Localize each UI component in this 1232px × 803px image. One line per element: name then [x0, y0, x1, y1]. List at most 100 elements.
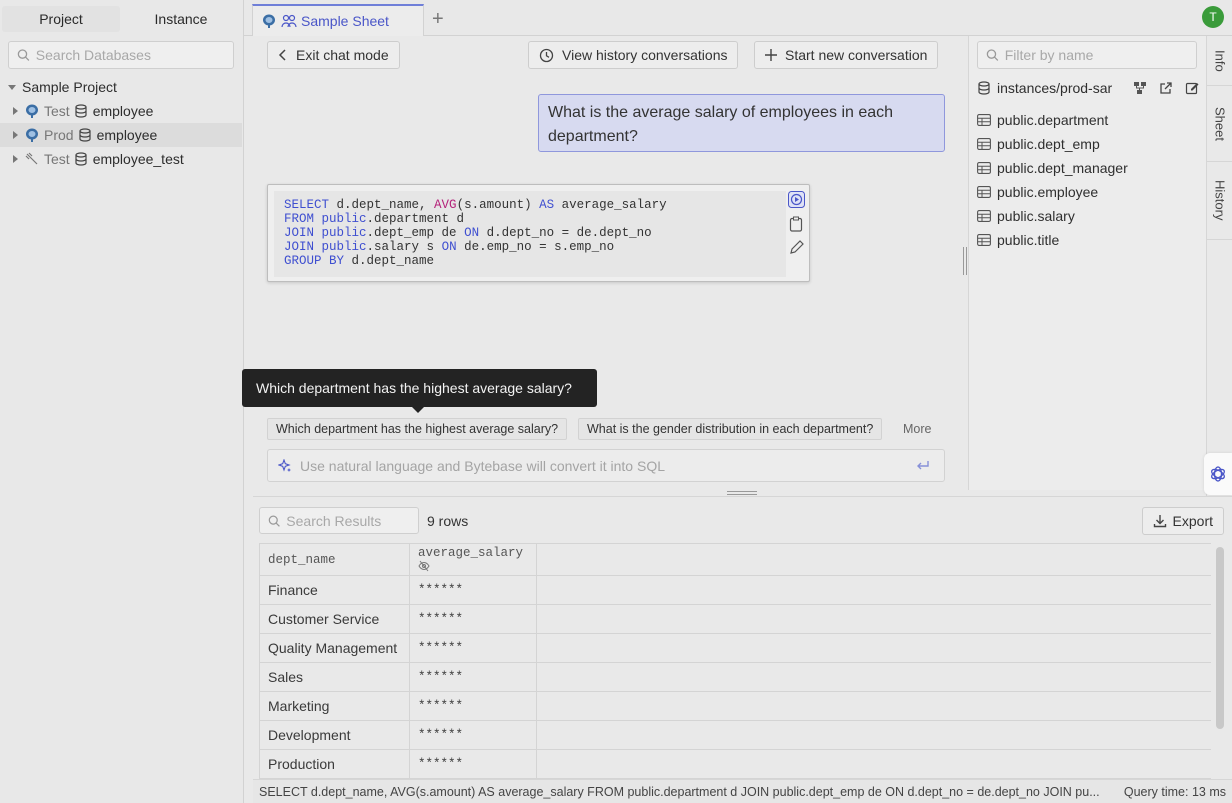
- clipboard-icon[interactable]: [789, 216, 803, 232]
- salary-cell[interactable]: ******: [409, 604, 537, 634]
- salary-cell[interactable]: ******: [409, 662, 537, 692]
- exit-chat-mode-button[interactable]: Exit chat mode: [267, 41, 400, 69]
- scrollbar[interactable]: [1216, 547, 1224, 729]
- empty-cell: [536, 662, 1211, 692]
- suggestion-tooltip: Which department has the highest average…: [242, 369, 597, 413]
- avatar[interactable]: T: [1202, 6, 1224, 28]
- env-label: Test: [44, 151, 70, 167]
- suggestion-chip[interactable]: Which department has the highest average…: [267, 418, 568, 440]
- sql-token: public: [321, 226, 367, 240]
- tab-sample-sheet[interactable]: Sample Sheet: [252, 4, 424, 36]
- results-search-input[interactable]: [286, 512, 418, 529]
- instance-path: instances/prod-sar: [997, 80, 1113, 96]
- query-time: Query time: 13 ms: [1123, 784, 1226, 799]
- schema-table-item[interactable]: public.employee: [977, 180, 1098, 204]
- table-icon: [977, 162, 991, 174]
- empty-cell: [536, 604, 1211, 634]
- db-name: employee: [96, 127, 158, 143]
- sql-token: .salary s: [366, 240, 442, 254]
- salary-cell[interactable]: ******: [409, 691, 537, 721]
- empty-cell: [536, 720, 1211, 750]
- table-row: Production ******: [259, 749, 1211, 779]
- left-sidebar: Project Instance Sample Project Test emp…: [0, 0, 244, 803]
- column-header[interactable]: dept_name: [259, 543, 410, 576]
- postgres-icon: [263, 14, 275, 28]
- tab-project[interactable]: Project: [2, 6, 120, 32]
- schema-filter[interactable]: [977, 41, 1197, 69]
- database-icon: [75, 104, 87, 118]
- sql-code-block[interactable]: SELECT d.dept_name, AVG(s.amount) AS ave…: [274, 191, 786, 277]
- tree-project[interactable]: Sample Project: [0, 75, 242, 99]
- tab-instance[interactable]: Instance: [122, 6, 240, 32]
- exit-chat-mode-label: Exit chat mode: [296, 47, 389, 63]
- results-table: dept_name average_salary Finance ****** Cu…: [259, 543, 1211, 779]
- row-count: 9 rows: [427, 513, 469, 529]
- table-row: Finance ******: [259, 575, 1211, 605]
- ai-prompt-box[interactable]: [267, 449, 945, 482]
- database-search-input[interactable]: [35, 47, 233, 63]
- sql-line: JOIN public.dept_emp de ON d.dept_no = d…: [284, 226, 776, 240]
- export-button[interactable]: Export: [1141, 507, 1224, 535]
- sql-result-card: SELECT d.dept_name, AVG(s.amount) AS ave…: [267, 184, 810, 282]
- env-label: Prod: [44, 127, 74, 143]
- schema-table-item[interactable]: public.dept_emp: [977, 132, 1100, 156]
- edit-icon[interactable]: [1185, 81, 1199, 95]
- dept-name-cell[interactable]: Customer Service: [259, 604, 410, 634]
- dept-name-cell[interactable]: Marketing: [259, 691, 410, 721]
- results-search[interactable]: [259, 507, 419, 534]
- dept-name-cell[interactable]: Production: [259, 749, 410, 779]
- start-new-conversation-button[interactable]: Start new conversation: [754, 41, 939, 69]
- more-suggestions-link[interactable]: More: [903, 422, 931, 436]
- chevron-down-icon: [8, 84, 16, 90]
- horizontal-resize-handle[interactable]: [963, 247, 967, 275]
- tree-db-test-employee[interactable]: Test employee: [0, 99, 242, 123]
- side-tab-info[interactable]: Info: [1207, 36, 1232, 86]
- suggestion-chip[interactable]: What is the gender distribution in each …: [578, 418, 883, 440]
- schema-diagram-icon[interactable]: [1133, 81, 1147, 95]
- pencil-icon[interactable]: [789, 240, 804, 255]
- dept-name-cell[interactable]: Quality Management: [259, 633, 410, 663]
- side-tabs: Info Sheet History: [1206, 36, 1232, 496]
- schema-table-item[interactable]: public.department: [977, 108, 1108, 132]
- dept-name-cell[interactable]: Sales: [259, 662, 410, 692]
- dept-name-cell[interactable]: Finance: [259, 575, 410, 605]
- table-icon: [977, 114, 991, 126]
- users-icon: [281, 14, 297, 28]
- schema-table-item[interactable]: public.dept_manager: [977, 156, 1128, 180]
- side-tab-history[interactable]: History: [1207, 162, 1232, 240]
- table-icon: [977, 234, 991, 246]
- schema-filter-input[interactable]: [1004, 47, 1196, 63]
- view-history-button[interactable]: View history conversations: [528, 41, 739, 69]
- table-icon: [977, 186, 991, 198]
- tree-db-prod-employee[interactable]: Prod employee: [0, 123, 242, 147]
- salary-cell[interactable]: ******: [409, 575, 537, 605]
- project-name: Sample Project: [22, 79, 117, 95]
- dept-name-cell[interactable]: Development: [259, 720, 410, 750]
- vertical-resize-handle[interactable]: [727, 491, 757, 495]
- ai-prompt-input[interactable]: [300, 457, 900, 474]
- database-search[interactable]: [8, 41, 234, 69]
- run-icon[interactable]: [787, 191, 805, 208]
- salary-cell[interactable]: ******: [409, 633, 537, 663]
- empty-cell: [536, 691, 1211, 721]
- sql-line: SELECT d.dept_name, AVG(s.amount) AS ave…: [284, 198, 776, 212]
- salary-cell[interactable]: ******: [409, 749, 537, 779]
- sql-token: public: [321, 212, 367, 226]
- add-tab-button[interactable]: +: [432, 8, 444, 31]
- chevron-right-icon: [13, 107, 18, 115]
- side-tab-sheet[interactable]: Sheet: [1207, 86, 1232, 162]
- schema-table-item[interactable]: public.salary: [977, 204, 1075, 228]
- tree-db-test-employee-test[interactable]: Test employee_test: [0, 147, 242, 171]
- openai-assistant-button[interactable]: [1204, 453, 1232, 495]
- schema-table-name: public.department: [997, 112, 1109, 128]
- chevron-right-icon: [13, 155, 18, 163]
- enter-icon[interactable]: [916, 460, 930, 472]
- salary-cell[interactable]: ******: [409, 720, 537, 750]
- start-new-conversation-label: Start new conversation: [785, 47, 928, 63]
- results-panel: 9 rows Export dept_name average_salary F…: [253, 496, 1232, 779]
- sql-token: JOIN: [284, 240, 315, 254]
- external-link-icon[interactable]: [1159, 81, 1173, 95]
- schema-table-item[interactable]: public.title: [977, 228, 1059, 252]
- column-header[interactable]: average_salary: [409, 543, 537, 576]
